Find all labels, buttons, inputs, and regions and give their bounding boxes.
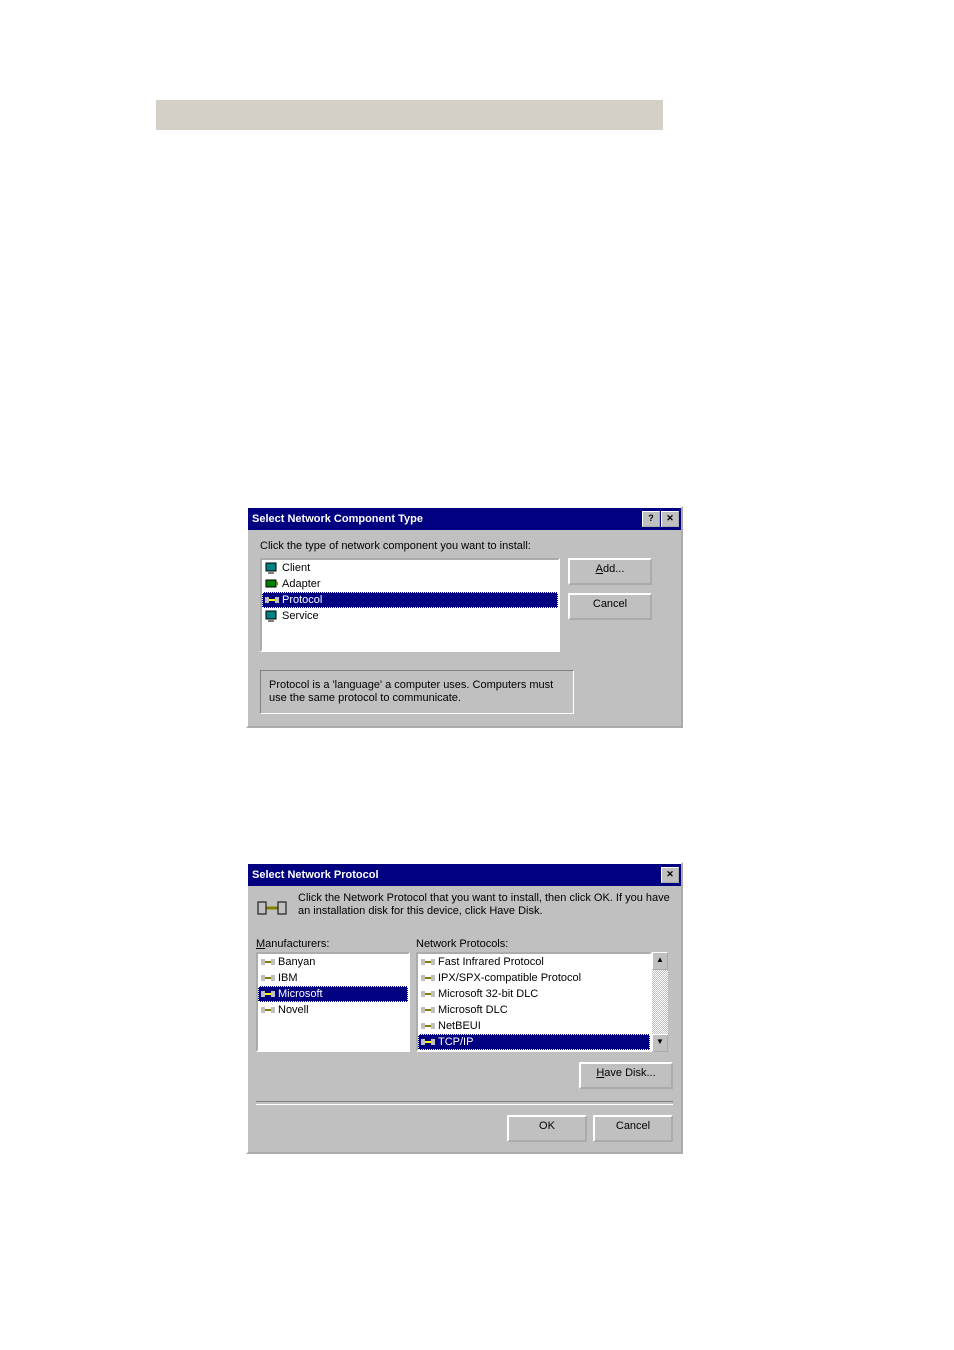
novell-label: Novell: [278, 1004, 309, 1016]
protocol-netbeui[interactable]: NetBEUI: [418, 1018, 650, 1034]
client-icon: [264, 560, 280, 576]
add-button[interactable]: Add...: [568, 558, 652, 585]
microsoft-label: Microsoft: [278, 988, 323, 1000]
protocol-msdlc[interactable]: Microsoft DLC: [418, 1002, 650, 1018]
manufacturers-list[interactable]: Banyan IBM Microsoft Novell: [256, 952, 410, 1052]
protocol-small-icon: [260, 970, 276, 986]
component-item-client[interactable]: Client: [262, 560, 558, 576]
protocol-small-icon: [420, 986, 436, 1002]
scroll-track[interactable]: [652, 970, 668, 1034]
msdlc-label: Microsoft DLC: [438, 1004, 508, 1016]
service-label: Service: [282, 610, 319, 622]
close-button[interactable]: ✕: [661, 867, 679, 883]
scroll-down-icon[interactable]: ▼: [652, 1034, 668, 1052]
dialog1-instruction: Click the type of network component you …: [260, 540, 669, 552]
ipx-label: IPX/SPX-compatible Protocol: [438, 972, 581, 984]
dialog1-title: Select Network Component Type: [252, 513, 423, 525]
protocol-label: Protocol: [282, 594, 322, 606]
ms32dlc-label: Microsoft 32-bit DLC: [438, 988, 538, 1000]
protocol-ipx[interactable]: IPX/SPX-compatible Protocol: [418, 970, 650, 986]
service-icon: [264, 608, 280, 624]
protocol-icon: [264, 592, 280, 608]
component-description: Protocol is a 'language' a computer uses…: [260, 670, 574, 714]
separator: [256, 1101, 673, 1105]
scroll-up-icon[interactable]: ▲: [652, 952, 668, 970]
protocols-label: Network Protocols:: [416, 938, 508, 950]
protocol-small-icon: [420, 1002, 436, 1018]
protocol-small-icon: [260, 1002, 276, 1018]
component-item-protocol[interactable]: Protocol: [262, 592, 558, 608]
select-network-protocol-dialog: Select Network Protocol ✕ Click the Netw…: [246, 862, 683, 1154]
protocol-small-icon: [420, 954, 436, 970]
ibm-label: IBM: [278, 972, 298, 984]
adapter-icon: [264, 576, 280, 592]
close-button[interactable]: ✕: [661, 511, 679, 527]
select-component-type-dialog: Select Network Component Type ? ✕ Click …: [246, 506, 683, 728]
protocol-small-icon: [260, 986, 276, 1002]
cancel-button[interactable]: Cancel: [568, 593, 652, 620]
protocols-list[interactable]: Fast Infrared Protocol IPX/SPX-compatibl…: [416, 952, 652, 1052]
protocol-large-icon: [256, 892, 288, 924]
adapter-label: Adapter: [282, 578, 321, 590]
protocol-small-icon: [260, 954, 276, 970]
manufacturer-banyan[interactable]: Banyan: [258, 954, 408, 970]
manufacturers-label: Manufacturers:: [256, 938, 416, 950]
protocol-tcpip[interactable]: TCP/IP: [418, 1034, 650, 1050]
cancel-button[interactable]: Cancel: [593, 1115, 673, 1142]
protocol-ms32dlc[interactable]: Microsoft 32-bit DLC: [418, 986, 650, 1002]
protocol-small-icon: [420, 970, 436, 986]
protocol-fast-ir[interactable]: Fast Infrared Protocol: [418, 954, 650, 970]
dialog2-title: Select Network Protocol: [252, 869, 379, 881]
manufacturer-novell[interactable]: Novell: [258, 1002, 408, 1018]
have-disk-button[interactable]: Have Disk...: [579, 1062, 673, 1089]
dialog1-titlebar: Select Network Component Type ? ✕: [248, 508, 681, 530]
protocol-small-icon: [420, 1018, 436, 1034]
component-type-list[interactable]: Client Adapter Protocol: [260, 558, 560, 652]
decorative-bar: [156, 100, 663, 130]
dialog2-titlebar: Select Network Protocol ✕: [248, 864, 681, 886]
protocol-small-icon: [420, 1034, 436, 1050]
client-label: Client: [282, 562, 310, 574]
netbeui-label: NetBEUI: [438, 1020, 481, 1032]
tcpip-label: TCP/IP: [438, 1036, 473, 1048]
component-item-adapter[interactable]: Adapter: [262, 576, 558, 592]
protocols-scrollbar[interactable]: ▲ ▼: [652, 952, 668, 1052]
banyan-label: Banyan: [278, 956, 315, 968]
manufacturer-microsoft[interactable]: Microsoft: [258, 986, 408, 1002]
component-item-service[interactable]: Service: [262, 608, 558, 624]
fast-ir-label: Fast Infrared Protocol: [438, 956, 544, 968]
help-button[interactable]: ?: [642, 511, 660, 527]
ok-button[interactable]: OK: [507, 1115, 587, 1142]
manufacturer-ibm[interactable]: IBM: [258, 970, 408, 986]
dialog2-instruction: Click the Network Protocol that you want…: [298, 892, 673, 924]
